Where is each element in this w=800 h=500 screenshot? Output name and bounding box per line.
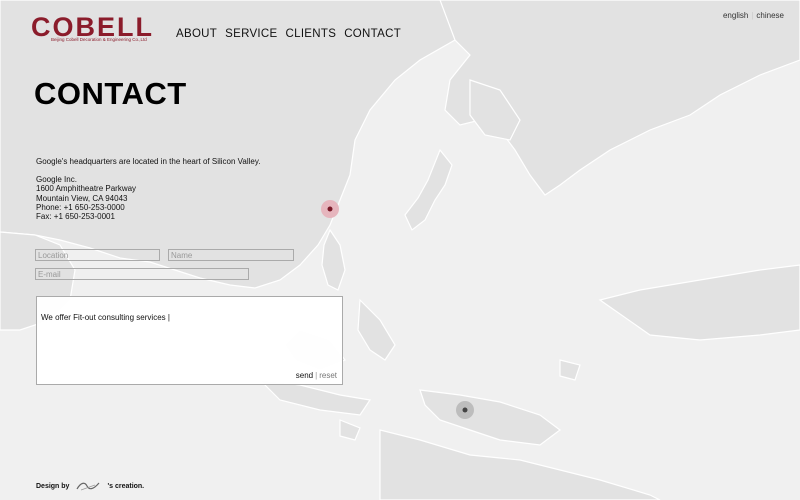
name-input[interactable] (168, 249, 294, 261)
designer-signature-icon[interactable] (75, 480, 101, 492)
info-phone: Phone: +1 650-253-0000 (36, 202, 125, 212)
info-fax: Fax: +1 650-253-0001 (36, 212, 115, 222)
info-city: Mountain View, CA 94043 (36, 193, 128, 203)
nav-contact[interactable]: CONTACT (344, 28, 401, 40)
message-text: We offer Fit-out consulting services | (41, 313, 170, 322)
send-button[interactable]: send (296, 371, 313, 380)
lang-divider: | (751, 11, 754, 20)
form-actions: send | reset (296, 371, 337, 380)
email-input[interactable] (35, 268, 249, 280)
actions-divider: | (315, 371, 318, 380)
language-switcher: english | chinese (723, 11, 784, 20)
lang-english[interactable]: english (723, 11, 748, 20)
nav-about[interactable]: ABOUT (176, 28, 217, 40)
main-nav: ABOUT SERVICE CLIENTS CONTACT (176, 28, 401, 40)
footer-suffix: 's creation. (107, 482, 145, 490)
location-input[interactable] (35, 249, 160, 261)
message-textarea[interactable]: We offer Fit-out consulting services | s… (36, 296, 343, 385)
reset-button[interactable]: reset (319, 371, 337, 380)
logo-subtitle: Beijing Cobell Decoration & Engineering … (51, 37, 147, 42)
lang-chinese[interactable]: chinese (756, 11, 784, 20)
footer: Design by 's creation. (36, 480, 144, 492)
footer-prefix: Design by (36, 482, 70, 490)
info-street: 1600 Amphitheatre Parkway (36, 184, 137, 194)
nav-clients[interactable]: CLIENTS (286, 28, 337, 40)
page-title: CONTACT (34, 76, 187, 111)
contact-info: Google's headquarters are located in the… (36, 157, 260, 221)
nav-service[interactable]: SERVICE (225, 28, 277, 40)
cobell-logo[interactable]: COBELL Beijing Cobell Decoration & Engin… (31, 13, 169, 42)
info-intro: Google's headquarters are located in the… (36, 157, 261, 166)
info-company: Google Inc. (36, 175, 77, 185)
